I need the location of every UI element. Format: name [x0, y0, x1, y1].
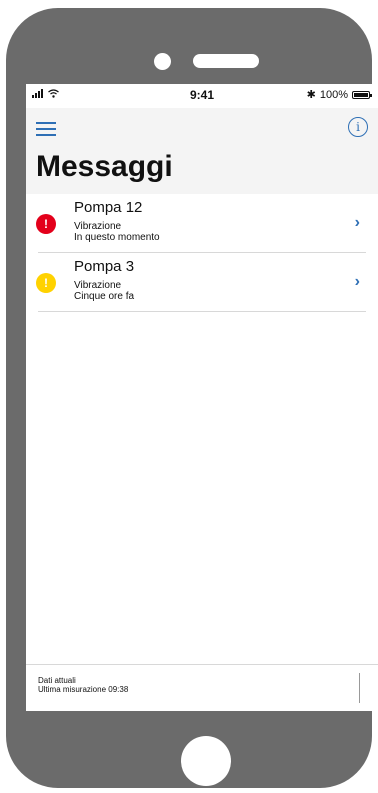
bluetooth-icon: ✱	[306, 89, 316, 101]
page-title: Messaggi	[36, 150, 173, 183]
message-list: ! Pompa 12 Vibrazione In questo momento …	[26, 194, 378, 312]
message-details: Vibrazione In questo momento	[74, 221, 160, 243]
message-type: Vibrazione	[74, 221, 122, 232]
message-row[interactable]: ! Pompa 12 Vibrazione In questo momento …	[36, 194, 366, 253]
battery-icon	[352, 90, 372, 99]
footer-bar: Dati attuali Ultima misurazione 09:38	[26, 664, 378, 711]
exclamation-icon: !	[36, 214, 56, 234]
app-screen: 9:41 ✱ 100% i Messaggi ! Pompa 12 Vibraz…	[26, 84, 378, 711]
hamburger-icon[interactable]	[36, 122, 56, 136]
navigation-bar: i Messaggi	[26, 108, 378, 194]
message-time: In questo momento	[74, 232, 160, 243]
status-right: ✱ 100%	[306, 88, 372, 101]
message-type: Vibrazione	[74, 280, 122, 291]
message-title: Pompa 3	[74, 258, 135, 275]
chevron-right-icon: ›	[354, 273, 360, 290]
chevron-right-icon: ›	[354, 214, 360, 231]
last-measurement-label: Ultima misurazione 09:38	[38, 685, 129, 694]
exclamation-icon: !	[36, 273, 56, 293]
current-data-label: Dati attuali	[38, 676, 76, 685]
message-details: Vibrazione Cinque ore fa	[74, 280, 134, 302]
speaker	[193, 54, 259, 68]
message-time: Cinque ore fa	[74, 291, 135, 302]
status-bar: 9:41 ✱ 100%	[26, 84, 378, 108]
measurement-info: Dati attuali Ultima misurazione 09:38	[38, 676, 128, 694]
message-title: Pompa 12	[74, 199, 143, 216]
message-row[interactable]: ! Pompa 3 Vibrazione Cinque ore fa ›	[36, 253, 366, 312]
footer-divider	[359, 673, 360, 703]
camera	[154, 53, 171, 70]
battery-percent: 100%	[319, 88, 348, 101]
info-icon[interactable]: i	[348, 117, 368, 137]
home-button[interactable]	[181, 736, 231, 786]
